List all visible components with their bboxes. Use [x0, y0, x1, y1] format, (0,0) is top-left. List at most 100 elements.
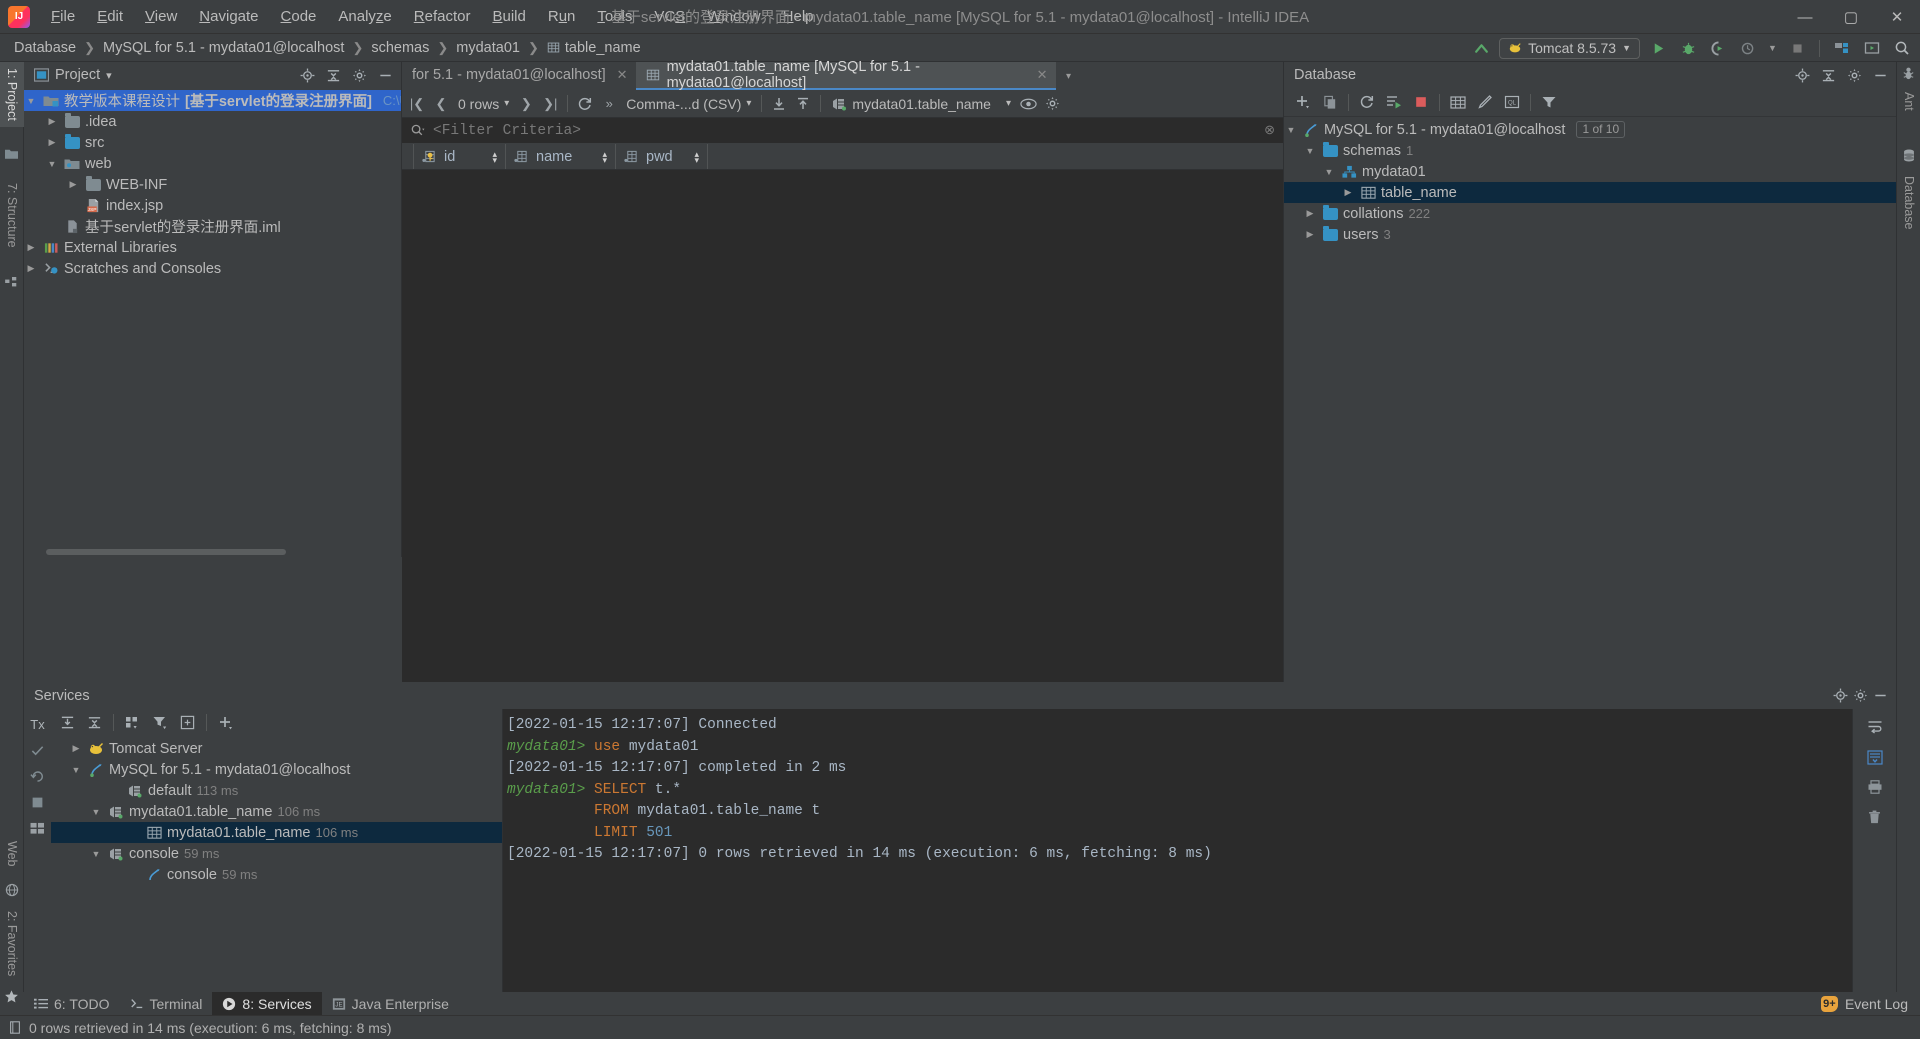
group-icon[interactable]	[121, 712, 145, 734]
refresh-icon[interactable]	[1354, 90, 1380, 114]
service-item-console-connection[interactable]: ▼ console 59 ms	[51, 843, 502, 864]
scrollbar-thumb[interactable]	[46, 549, 286, 555]
sidebar-item-structure[interactable]: 7: Structure	[0, 177, 24, 254]
import-data-icon[interactable]	[768, 93, 790, 115]
layout-icon[interactable]	[27, 817, 49, 839]
close-button[interactable]: ✕	[1874, 0, 1920, 34]
expand-arrow-icon[interactable]: ▼	[1322, 167, 1336, 177]
debug-icon[interactable]	[1676, 37, 1700, 59]
service-item-default[interactable]: default 113 ms	[51, 780, 502, 801]
tree-item-index-jsp[interactable]: JSP index.jsp	[24, 195, 401, 216]
maximize-button[interactable]: ▢	[1828, 0, 1874, 34]
expand-arrow-icon[interactable]: ▶	[24, 242, 38, 253]
run-sql-icon[interactable]	[1381, 90, 1407, 114]
scroll-to-end-icon[interactable]	[1862, 745, 1888, 769]
sidebar-item-web[interactable]: Web	[0, 835, 24, 872]
hide-panel-icon[interactable]	[375, 65, 395, 85]
session-selector[interactable]: mydata01.table_name ▾	[827, 96, 1015, 112]
tab-java-enterprise[interactable]: JE Java Enterprise	[322, 992, 459, 1015]
editor-tab-table[interactable]: mydata01.table_name [MySQL for 5.1 - myd…	[635, 59, 1056, 91]
settings-gear-icon[interactable]	[1844, 65, 1864, 85]
tree-item-idea[interactable]: ▶ .idea	[24, 111, 401, 132]
refresh-icon[interactable]	[574, 93, 596, 115]
menu-file[interactable]: File	[40, 4, 86, 29]
hide-panel-icon[interactable]	[1870, 686, 1890, 706]
menu-build[interactable]: Build	[481, 4, 536, 29]
breadcrumb-database[interactable]: Database	[8, 38, 82, 58]
sidebar-item-ant[interactable]: Ant	[1897, 86, 1920, 117]
expand-arrow-icon[interactable]: ▶	[1303, 229, 1317, 240]
expand-arrow-icon[interactable]: ▶	[45, 116, 59, 127]
tree-item-web-inf[interactable]: ▶ WEB-INF	[24, 174, 401, 195]
tree-item-web[interactable]: ▼ web	[24, 153, 401, 174]
settings-gear-icon[interactable]	[349, 65, 369, 85]
menu-tools[interactable]: Tools	[586, 4, 643, 29]
event-log-label[interactable]: Event Log	[1845, 996, 1908, 1012]
db-tree-item-mydata01[interactable]: ▼ mydata01	[1284, 161, 1896, 182]
tree-item-iml[interactable]: 基于servlet的登录注册界面.iml	[24, 216, 401, 237]
service-item-mysql-datasource[interactable]: ▼ MySQL for 5.1 - mydata01@localhost	[51, 759, 502, 780]
menu-analyze[interactable]: Analyze	[327, 4, 402, 29]
filter-icon[interactable]	[1536, 90, 1562, 114]
stop-icon[interactable]	[27, 791, 49, 813]
filter-criteria-input[interactable]: <Filter Criteria>	[433, 123, 581, 139]
tab-terminal[interactable]: Terminal	[120, 992, 213, 1015]
add-icon[interactable]	[214, 712, 238, 734]
data-grid-body[interactable]	[402, 170, 1283, 682]
tab-overflow-chevron-icon[interactable]: ▾	[1056, 62, 1082, 90]
expand-arrow-icon[interactable]: ▼	[1303, 146, 1317, 156]
project-tree[interactable]: ▼ 教学版本课程设计 [基于servlet的登录注册界面] C:\Users\D…	[24, 88, 401, 547]
database-tree[interactable]: ▼ MySQL for 5.1 - mydata01@localhost 1 o…	[1284, 117, 1896, 682]
service-item-table-connection[interactable]: ▼ mydata01.table_name 106 ms	[51, 801, 502, 822]
breadcrumb-table[interactable]: table_name	[541, 38, 647, 58]
services-tree[interactable]: ▶ Tomcat Server ▼ MySQL for 5.1 - mydata…	[51, 736, 502, 885]
expand-arrow-icon[interactable]: ▶	[66, 179, 80, 190]
db-tree-item-table-name[interactable]: ▶ table_name	[1284, 182, 1896, 203]
db-tree-item-users[interactable]: ▶ users 3	[1284, 224, 1896, 245]
breadcrumb-datasource[interactable]: MySQL for 5.1 - mydata01@localhost	[97, 38, 350, 58]
expand-arrow-icon[interactable]: ▼	[45, 159, 59, 169]
row-count-selector[interactable]: 0 rows ▾	[454, 96, 513, 112]
add-datasource-icon[interactable]	[1290, 90, 1316, 114]
more-options-icon[interactable]: »	[598, 93, 620, 115]
column-header-pwd[interactable]: pwd ▴ ▾	[616, 144, 708, 169]
first-page-button[interactable]: |❮	[406, 93, 428, 115]
db-tree-item-schemas[interactable]: ▼ schemas 1	[1284, 140, 1896, 161]
service-item-tomcat-server[interactable]: ▶ Tomcat Server	[51, 738, 502, 759]
menu-vcs[interactable]: VCS	[643, 4, 696, 29]
query-console-icon[interactable]: QL	[1499, 90, 1525, 114]
previous-page-button[interactable]: ❮	[430, 93, 452, 115]
run-icon[interactable]	[1646, 37, 1670, 59]
menu-run[interactable]: Run	[537, 4, 587, 29]
editor-tab-console[interactable]: for 5.1 - mydata01@localhost] ✕	[402, 62, 636, 90]
breadcrumb-schema[interactable]: mydata01	[450, 38, 526, 58]
menu-help[interactable]: Help	[772, 4, 825, 29]
menu-window[interactable]: Window	[696, 4, 771, 29]
view-mode-icon[interactable]	[1017, 93, 1039, 115]
table-editor-icon[interactable]	[1445, 90, 1471, 114]
menu-view[interactable]: View	[134, 4, 188, 29]
expand-arrow-icon[interactable]: ▼	[69, 765, 83, 775]
menu-code[interactable]: Code	[270, 4, 328, 29]
expand-arrow-icon[interactable]: ▼	[89, 807, 103, 817]
search-everywhere-icon[interactable]	[1890, 37, 1914, 59]
sort-toggle-icon[interactable]: ▴ ▾	[602, 149, 607, 164]
expand-arrow-icon[interactable]: ▼	[89, 849, 103, 859]
update-project-icon[interactable]	[1469, 37, 1493, 59]
search-icon[interactable]	[410, 123, 425, 138]
sort-toggle-icon[interactable]: ▴ ▾	[492, 149, 497, 164]
tree-item-scratches-and-consoles[interactable]: ▶ Scratches and Consoles	[24, 258, 401, 279]
expand-arrow-icon[interactable]: ▼	[1284, 125, 1298, 135]
expand-arrow-icon[interactable]: ▶	[69, 743, 83, 754]
menu-refactor[interactable]: Refactor	[403, 4, 482, 29]
trash-icon[interactable]	[1862, 805, 1888, 829]
duplicate-icon[interactable]	[1317, 90, 1343, 114]
tree-item-src[interactable]: ▶ src	[24, 132, 401, 153]
open-preview-icon[interactable]	[1860, 37, 1884, 59]
tab-services[interactable]: 8: Services	[212, 992, 322, 1015]
menu-navigate[interactable]: Navigate	[188, 4, 269, 29]
clear-filter-icon[interactable]: ⊗	[1264, 123, 1275, 138]
project-horizontal-scrollbar[interactable]	[24, 547, 401, 557]
tab-todo[interactable]: 6: TODO	[24, 992, 120, 1015]
rollback-icon[interactable]	[27, 765, 49, 787]
